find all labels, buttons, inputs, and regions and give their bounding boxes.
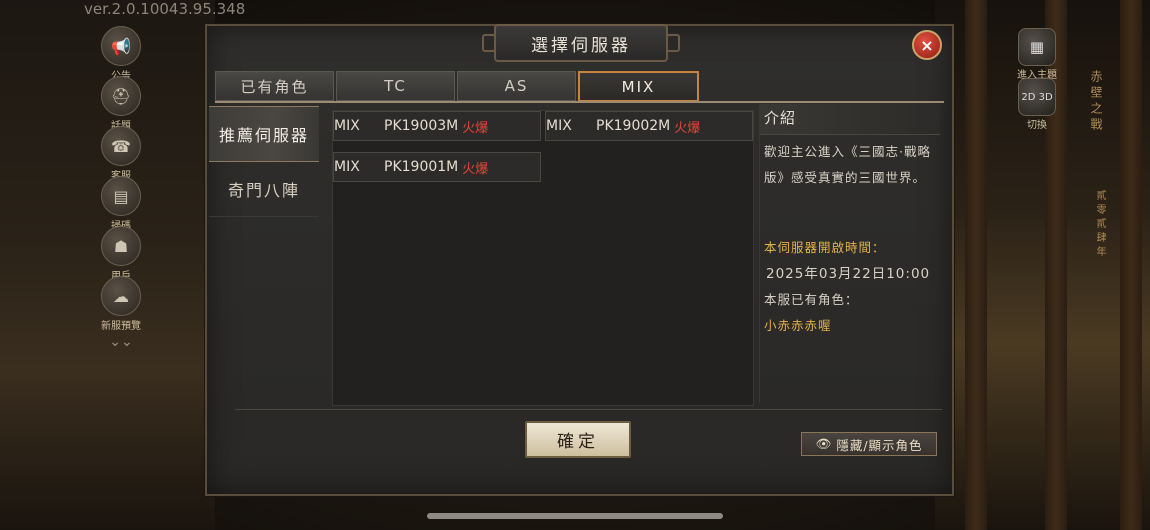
headset-icon: ☎ [101, 126, 141, 166]
close-icon[interactable]: × [912, 30, 942, 60]
server-item[interactable]: MIX PK19002M 火爆 [545, 111, 753, 141]
chevron-down-icon[interactable]: ⌄⌄ [101, 334, 141, 350]
tab-existing-roles[interactable]: 已有角色 [215, 71, 334, 101]
pillar [1120, 0, 1142, 530]
sidebar-announcement[interactable]: 📢 公告 [101, 26, 141, 82]
side-vertical-subtext: 貳零貳肆年 [1094, 190, 1105, 260]
sidebar-new-server-preview[interactable]: ☁ 新服預覽 [101, 276, 141, 332]
sidebar-user[interactable]: ☗ 用戶 [101, 226, 141, 282]
preview-icon: ☁ [101, 276, 141, 316]
category-recommended[interactable]: 推薦伺服器 [209, 106, 319, 162]
eye-icon: 👁 [815, 436, 833, 451]
sidebar-support[interactable]: ☎ 客服 [101, 126, 141, 182]
existing-roles-label: 本服已有角色： [764, 292, 859, 307]
category-list: 推薦伺服器 奇門八陣 [209, 106, 319, 217]
tab-as[interactable]: AS [457, 71, 576, 101]
server-list: MIX PK19003M 火爆 MIX PK19002M 火爆 MIX PK19… [332, 110, 754, 406]
home-indicator[interactable] [427, 513, 723, 519]
confirm-button[interactable]: 確定 [525, 421, 631, 458]
switch-2d-3d-button[interactable]: 2D 3D 切換 [1015, 78, 1059, 131]
open-time-label: 本伺服器開啟時間： [764, 240, 886, 255]
bottom-divider [235, 409, 942, 410]
2d-3d-icon: 2D 3D [1018, 78, 1056, 116]
dialog-title: 選擇伺服器 [482, 24, 680, 62]
horn-icon: 📢 [101, 26, 141, 66]
open-time-value: 2025年03月22日10:00 [766, 266, 931, 282]
server-intro-panel: 介紹 歡迎主公進入《三國志·戰略版》感受真實的三國世界。 本伺服器開啟時間： 2… [759, 104, 940, 402]
toggle-roles-button[interactable]: 👁 隱藏/顯示角色 [801, 432, 937, 456]
intro-body: 歡迎主公進入《三國志·戰略版》感受真實的三國世界。 本伺服器開啟時間： 2025… [760, 135, 940, 343]
version-text: ver.2.0.10043.95.348 [84, 0, 246, 18]
helmet-icon: ⛑ [101, 76, 141, 116]
category-qimen-bazhen[interactable]: 奇門八陣 [209, 162, 319, 217]
intro-heading: 介紹 [760, 104, 940, 135]
enter-theme-button[interactable]: ▦ 進入主題 [1015, 28, 1059, 81]
intro-text: 歡迎主公進入《三國志·戰略版》感受真實的三國世界。 [764, 144, 931, 185]
grid-icon: ▦ [1018, 28, 1056, 66]
sidebar-topics[interactable]: ⛑ 話題 [101, 76, 141, 132]
pillar [965, 0, 987, 530]
hot-badge: 火爆 [462, 161, 489, 177]
tab-divider [215, 101, 944, 103]
server-select-dialog: 選擇伺服器 × 已有角色 TC AS MIX 推薦伺服器 奇門八陣 MIX PK… [205, 24, 954, 496]
tab-tc[interactable]: TC [336, 71, 455, 101]
scan-icon: ▤ [101, 176, 141, 216]
tab-mix[interactable]: MIX [578, 71, 699, 102]
hot-badge: 火爆 [674, 120, 701, 136]
server-item[interactable]: MIX PK19003M 火爆 [333, 111, 541, 141]
hot-badge: 火爆 [462, 120, 489, 136]
user-icon: ☗ [101, 226, 141, 266]
side-vertical-text: 赤壁之戰 [1089, 70, 1103, 134]
role-name: 小赤赤赤喔 [764, 318, 832, 333]
server-item[interactable]: MIX PK19001M 火爆 [333, 152, 541, 182]
toggle-roles-label: 隱藏/顯示角色 [836, 437, 923, 453]
sidebar-scan[interactable]: ▤ 掃碼 [101, 176, 141, 232]
